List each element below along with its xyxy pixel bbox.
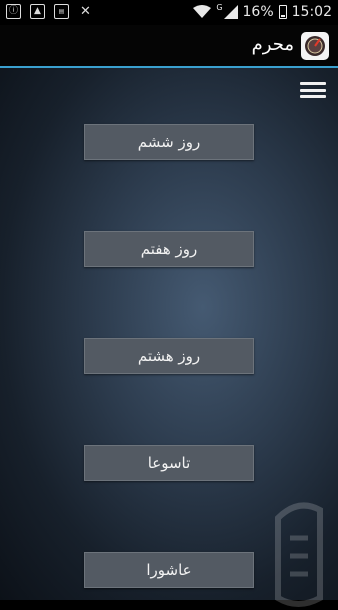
app-logo-icon[interactable] [301,32,329,60]
main-content: روز ششم روز هفتم روز هشتم تاسوعا عاشورا [0,68,338,607]
wifi-icon [193,5,212,18]
menu-button-day8[interactable]: روز هشتم [84,338,254,374]
store-icon: ▤ [54,4,69,19]
close-notification-icon: ✕ [80,4,91,19]
watermark-logo-icon [275,502,323,607]
status-bar: ⓘ ▲ ▤ ✕ G 16% 15:02 [0,0,338,25]
menu-button-ashura[interactable]: عاشورا [84,552,254,588]
notification-icons: ⓘ ▲ ▤ ✕ [6,4,93,19]
alarm-icon: ⓘ [6,4,21,19]
app-bar: محرم [0,25,338,68]
battery-percent: 16% [242,4,274,20]
app-title: محرم [251,34,294,55]
menu-button-day6[interactable]: روز ششم [84,124,254,160]
signal-icon [223,5,238,19]
menu-button-tasua[interactable]: تاسوعا [84,445,254,481]
battery-icon [278,5,287,19]
menu-button-day7[interactable]: روز هفتم [84,231,254,267]
hamburger-menu-icon[interactable] [300,82,326,98]
compass-icon [305,36,325,56]
network-type: G [216,2,223,12]
clock: 15:02 [291,4,332,20]
system-indicators: G 16% 15:02 [193,2,332,20]
gallery-icon: ▲ [30,4,45,19]
